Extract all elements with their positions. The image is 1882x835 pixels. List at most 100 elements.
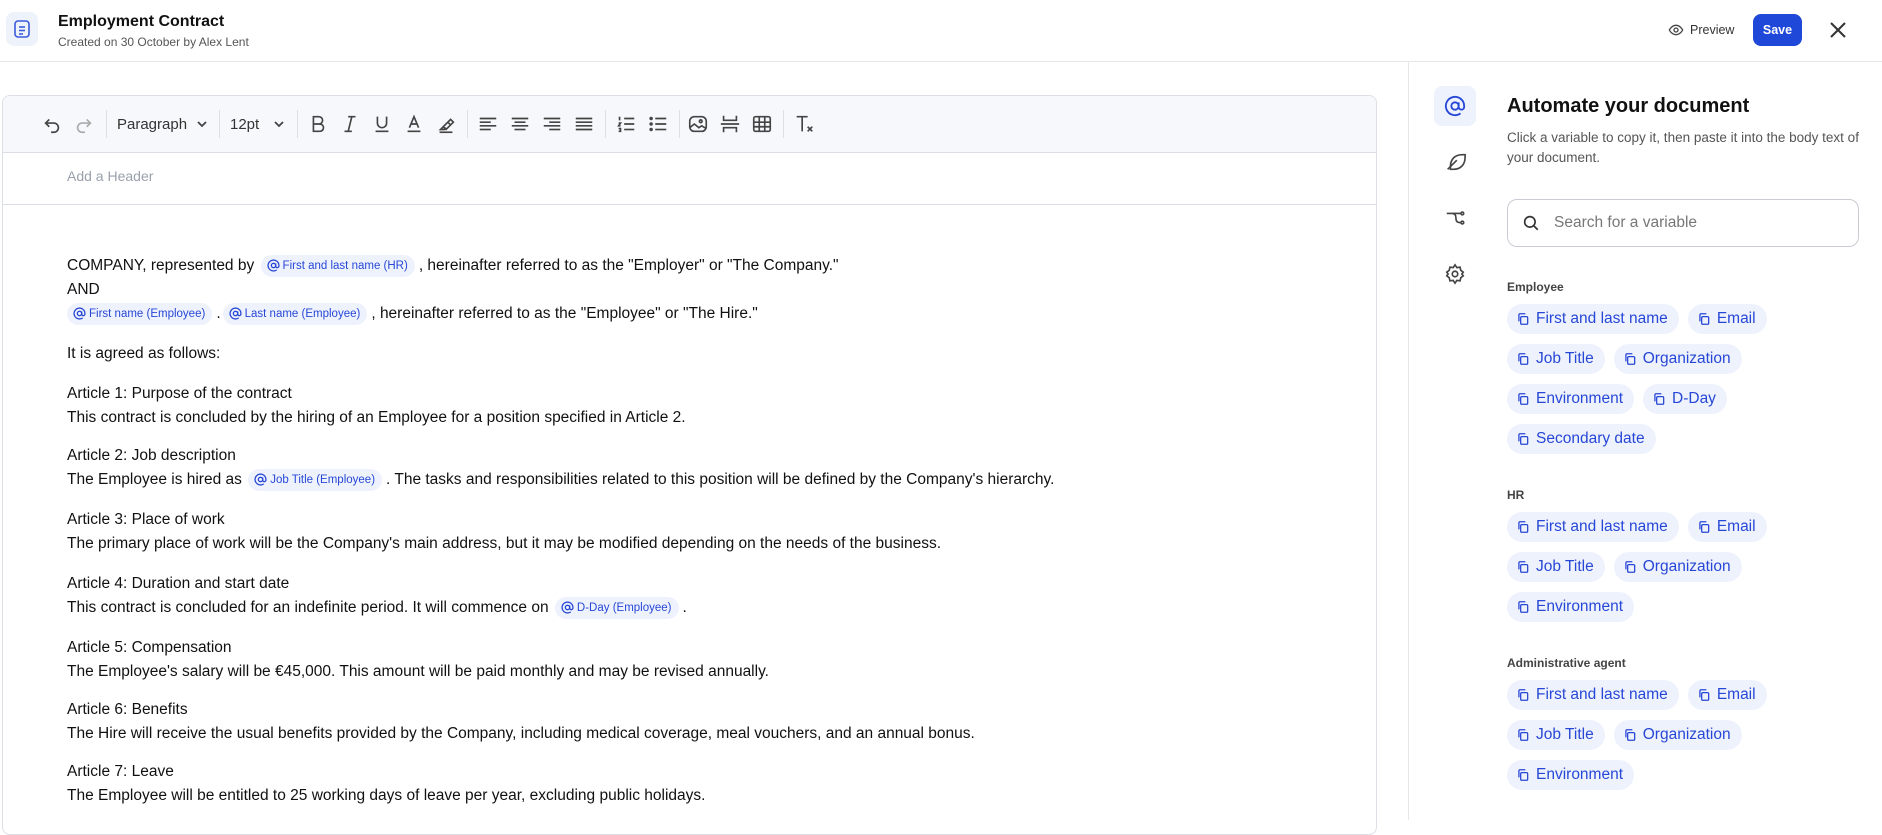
variable-group-hr: First and last name Email Job Title Organiz… bbox=[1507, 512, 1867, 622]
preview-button[interactable]: Preview bbox=[1668, 20, 1734, 40]
chevron-down-icon bbox=[197, 121, 207, 128]
copy-icon bbox=[1518, 521, 1529, 533]
body-text: COMPANY, represented by bbox=[67, 257, 255, 274]
paragraph-style-select[interactable]: Paragraph bbox=[117, 110, 209, 138]
header-placeholder: Add a Header bbox=[67, 168, 154, 184]
at-icon bbox=[561, 601, 574, 614]
variable-chip[interactable]: Environment bbox=[1507, 384, 1635, 414]
variable-chip-label: Environment bbox=[1536, 390, 1624, 407]
article-heading: Article 7: Leave bbox=[67, 763, 174, 780]
variable-chip-label: Email bbox=[1716, 518, 1756, 535]
tag-label: First name (Employee) bbox=[89, 307, 206, 320]
body-text: The Employee is hired as bbox=[67, 471, 242, 488]
copy-icon bbox=[1518, 353, 1529, 365]
copy-icon bbox=[1699, 689, 1710, 701]
variable-chip[interactable]: Email bbox=[1687, 304, 1767, 334]
align-left-button[interactable] bbox=[476, 110, 500, 138]
variable-chip[interactable]: First and last name bbox=[1507, 304, 1679, 334]
variable-tag-employee-last-name[interactable]: Last name (Employee) bbox=[222, 302, 368, 325]
article-heading: Article 6: Benefits bbox=[67, 701, 188, 718]
align-right-icon bbox=[543, 117, 561, 131]
editor: Paragraph 12pt Add a Header COMPANY, rep… bbox=[2, 95, 1377, 835]
highlight-button[interactable] bbox=[434, 110, 458, 138]
italic-icon bbox=[344, 115, 356, 133]
ordered-list-button[interactable] bbox=[614, 110, 638, 138]
document-subtitle: Created on 30 October by Alex Lent bbox=[58, 35, 249, 49]
variable-chip-label: Organization bbox=[1642, 726, 1731, 743]
tag-label: First and last name (HR) bbox=[282, 259, 408, 272]
feather-icon bbox=[1447, 153, 1466, 171]
italic-button[interactable] bbox=[338, 110, 362, 138]
body-text: , hereinafter referred to as the "Employ… bbox=[371, 305, 758, 322]
align-center-button[interactable] bbox=[508, 110, 532, 138]
align-left-icon bbox=[479, 117, 497, 131]
variable-chip[interactable]: Organization bbox=[1613, 720, 1742, 750]
variable-chip[interactable]: Job Title bbox=[1507, 344, 1605, 374]
variable-chip[interactable]: Environment bbox=[1507, 760, 1635, 790]
body-text: The Hire will receive the usual benefits… bbox=[67, 725, 975, 742]
align-right-button[interactable] bbox=[540, 110, 564, 138]
variable-chip-label: Job Title bbox=[1536, 558, 1594, 575]
variables-tab[interactable] bbox=[1434, 86, 1476, 126]
variable-chip[interactable]: Email bbox=[1687, 680, 1767, 710]
variable-tag-employee-first-name[interactable]: First name (Employee) bbox=[67, 302, 213, 325]
document-body[interactable]: COMPANY, represented by First and last n… bbox=[67, 254, 1347, 808]
body-text: . bbox=[682, 599, 687, 616]
underline-button[interactable] bbox=[370, 110, 394, 138]
align-justify-button[interactable] bbox=[572, 110, 596, 138]
copy-icon bbox=[1518, 689, 1529, 701]
undo-button[interactable] bbox=[39, 110, 65, 138]
variable-tag-dday[interactable]: D-Day (Employee) bbox=[554, 596, 679, 619]
body-text: It is agreed as follows: bbox=[67, 345, 221, 362]
page-break-button[interactable] bbox=[718, 110, 742, 138]
search-icon bbox=[1523, 215, 1539, 231]
article-heading: Article 4: Duration and start date bbox=[67, 575, 290, 592]
copy-icon bbox=[1625, 561, 1636, 573]
variable-tag-hr-name[interactable]: First and last name (HR) bbox=[260, 254, 415, 277]
variable-search[interactable] bbox=[1507, 199, 1859, 247]
variable-chip-label: Secondary date bbox=[1536, 430, 1645, 447]
text-color-button[interactable] bbox=[402, 110, 426, 138]
settings-tab[interactable] bbox=[1434, 254, 1476, 294]
variable-chip-label: Environment bbox=[1536, 766, 1624, 783]
variable-chip[interactable]: Organization bbox=[1613, 344, 1742, 374]
font-size-select[interactable]: 12pt bbox=[230, 110, 286, 138]
tag-label: D-Day (Employee) bbox=[576, 601, 672, 614]
document-icon bbox=[6, 12, 38, 46]
signature-tab[interactable] bbox=[1434, 142, 1476, 182]
copy-icon bbox=[1518, 313, 1529, 325]
document-header-field[interactable]: Add a Header bbox=[3, 153, 1376, 205]
save-button[interactable]: Save bbox=[1753, 14, 1802, 46]
variable-chip[interactable]: Job Title bbox=[1507, 552, 1605, 582]
variable-search-input[interactable] bbox=[1554, 214, 1834, 232]
chevron-down-icon bbox=[274, 121, 284, 128]
group-label-administrative-agent: Administrative agent bbox=[1507, 656, 1626, 670]
variable-chip[interactable]: Organization bbox=[1613, 552, 1742, 582]
bold-button[interactable] bbox=[306, 110, 330, 138]
variable-chip[interactable]: D-Day bbox=[1643, 384, 1727, 414]
insert-table-button[interactable] bbox=[750, 110, 774, 138]
undo-icon bbox=[44, 118, 60, 134]
variable-tag-job-title[interactable]: Job Title (Employee) bbox=[248, 468, 383, 491]
redo-button[interactable] bbox=[71, 110, 97, 138]
variable-chip[interactable]: First and last name bbox=[1507, 512, 1679, 542]
tag-label: Last name (Employee) bbox=[244, 307, 361, 320]
close-button[interactable] bbox=[1826, 18, 1850, 42]
variable-chip[interactable]: Secondary date bbox=[1507, 424, 1656, 454]
workflow-tab[interactable] bbox=[1434, 198, 1476, 238]
group-label-employee: Employee bbox=[1507, 280, 1564, 294]
variable-chip[interactable]: Job Title bbox=[1507, 720, 1605, 750]
variable-chip-label: Email bbox=[1716, 686, 1756, 703]
variable-chip[interactable]: Environment bbox=[1507, 592, 1635, 622]
article-heading: Article 3: Place of work bbox=[67, 511, 225, 528]
font-size-value: 12pt bbox=[230, 115, 260, 133]
variable-chip[interactable]: First and last name bbox=[1507, 680, 1679, 710]
variable-chip[interactable]: Email bbox=[1687, 512, 1767, 542]
variable-chip-label: Environment bbox=[1536, 598, 1624, 615]
bullet-list-button[interactable] bbox=[646, 110, 670, 138]
document-title: Employment Contract bbox=[58, 13, 225, 30]
copy-icon bbox=[1625, 353, 1636, 365]
variable-chip-label: Organization bbox=[1642, 350, 1731, 367]
clear-formatting-button[interactable] bbox=[792, 110, 816, 138]
insert-image-button[interactable] bbox=[686, 110, 710, 138]
